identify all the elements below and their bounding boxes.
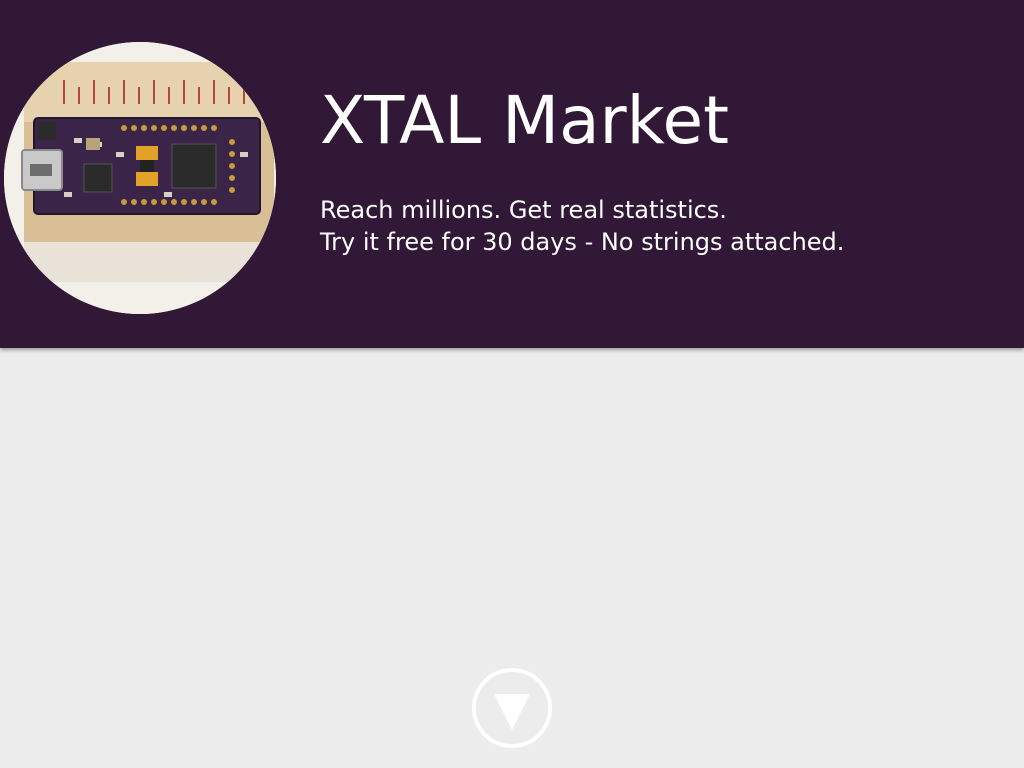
tagline-line-2: Try it free for 30 days - No strings att… <box>320 228 845 256</box>
scroll-down-button[interactable] <box>472 668 552 748</box>
product-photo <box>4 42 276 314</box>
hero-banner: XTAL Market Reach millions. Get real sta… <box>0 0 1024 348</box>
down-triangle-icon <box>494 694 530 730</box>
circuit-board-icon <box>4 42 276 314</box>
tagline: Reach millions. Get real statistics. Try… <box>320 194 844 258</box>
tagline-line-1: Reach millions. Get real statistics. <box>320 196 727 224</box>
page-title: XTAL Market <box>320 82 730 159</box>
